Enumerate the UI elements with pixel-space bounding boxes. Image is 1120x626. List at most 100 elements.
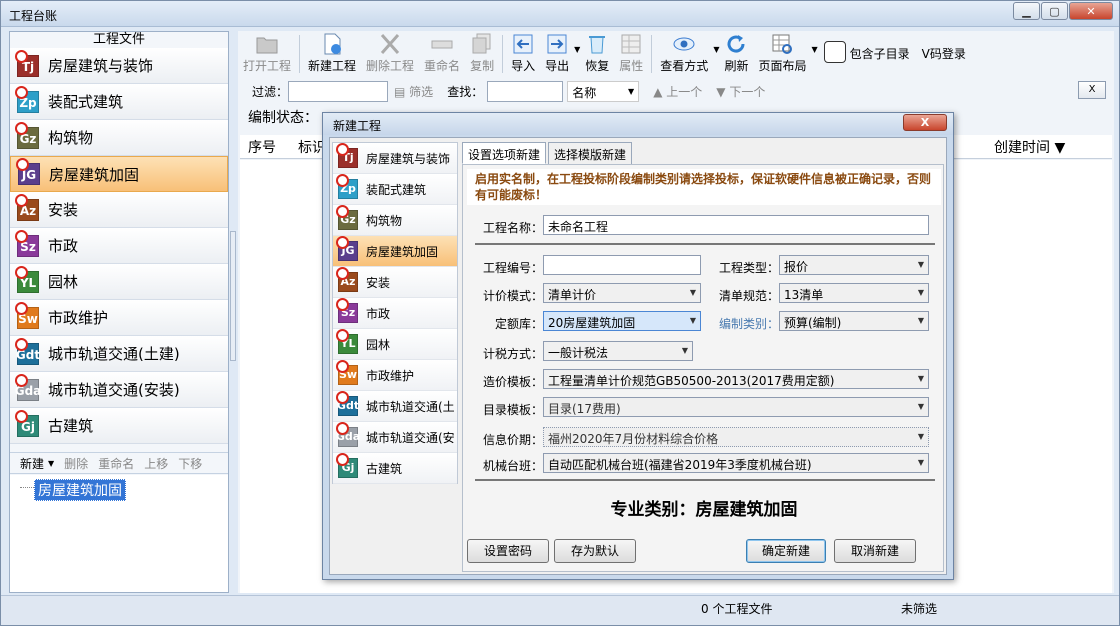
category-label: 城市轨道交通(安装): [48, 381, 180, 399]
move-down-button[interactable]: 下移: [178, 455, 202, 472]
category-item-sz[interactable]: Sz 市政: [10, 228, 228, 264]
save-default-button[interactable]: 存为默认: [554, 539, 636, 563]
category-item-gz[interactable]: Gz 构筑物: [10, 120, 228, 156]
bill-spec-select[interactable]: 13清单: [779, 283, 929, 303]
clear-filter-button[interactable]: X: [1078, 81, 1106, 99]
category-item-gda[interactable]: Gda 城市轨道交通(安装): [10, 372, 228, 408]
project-code-input[interactable]: [543, 255, 701, 275]
category-label: 市政: [48, 237, 79, 255]
category-item-gdt[interactable]: Gdt 城市轨道交通(土: [333, 391, 457, 422]
code-label: 工程编号：: [482, 261, 543, 275]
page-layout-button[interactable]: 页面布局: [753, 31, 811, 74]
minimize-button[interactable]: ▁: [1013, 2, 1040, 20]
category-item-yl[interactable]: YL 园林: [333, 329, 457, 360]
layout-dropdown-icon[interactable]: ▼: [812, 45, 818, 54]
close-button[interactable]: ✕: [1069, 2, 1113, 20]
dialog-close-button[interactable]: X: [903, 114, 947, 131]
machine-select[interactable]: 自动匹配机械台班(福建省2019年3季度机械台班): [543, 453, 929, 473]
category-item-jg[interactable]: JG 房屋建筑加固: [333, 236, 457, 267]
refresh-button[interactable]: 刷新: [719, 31, 753, 74]
category-sw-icon: Sw: [15, 301, 39, 329]
price-period-label: 信息价期：: [482, 433, 543, 447]
include-subdir-checkbox[interactable]: [823, 41, 846, 63]
category-gj-icon: Gj: [15, 409, 39, 437]
export-button[interactable]: 导出: [540, 31, 574, 74]
restore-button[interactable]: 恢复: [580, 31, 614, 74]
category-item-yl[interactable]: YL 园林: [10, 264, 228, 300]
category-item-zp[interactable]: Zp 装配式建筑: [10, 84, 228, 120]
category-sz-icon: Sz: [15, 229, 39, 257]
open-project-button[interactable]: 打开工程: [238, 31, 296, 74]
category-item-gda[interactable]: Gda 城市轨道交通(安: [333, 422, 457, 453]
category-label: 房屋建筑加固: [366, 244, 439, 259]
filter-label: 过滤：: [252, 84, 289, 99]
panel-splitter[interactable]: [230, 231, 236, 361]
cost-template-select[interactable]: 工程量清单计价规范GB50500-2013(2017费用定额): [543, 369, 929, 389]
tab-template-new[interactable]: 选择模版新建: [548, 142, 633, 164]
category-az-icon: Az: [15, 193, 39, 221]
category-item-jg[interactable]: JG 房屋建筑加固: [10, 156, 228, 192]
vcode-login-link[interactable]: V码登录: [922, 45, 966, 62]
price-period-select[interactable]: 福州2020年7月份材料综合价格: [543, 427, 929, 447]
category-label: 装配式建筑: [366, 182, 427, 197]
find-label: 查找：: [447, 84, 484, 99]
category-label: 安装: [366, 275, 391, 290]
rename-folder-button[interactable]: 重命名: [98, 455, 134, 472]
delete-folder-button[interactable]: 删除: [64, 455, 88, 472]
maximize-button[interactable]: ▢: [1041, 2, 1068, 20]
machine-label: 机械台班：: [482, 459, 543, 473]
find-prev-button[interactable]: ▲ 上一个: [653, 83, 702, 100]
category-item-gj[interactable]: Gj 古建筑: [333, 453, 457, 484]
confirm-new-button[interactable]: 确定新建: [746, 539, 826, 563]
copy-button[interactable]: 复制: [465, 31, 499, 74]
tax-method-select[interactable]: 一般计税法: [543, 341, 693, 361]
project-type-select[interactable]: 报价: [779, 255, 929, 275]
properties-button[interactable]: 属性: [614, 31, 648, 74]
category-item-tj[interactable]: Tj 房屋建筑与装饰: [10, 48, 228, 84]
category-item-sw[interactable]: Sw 市政维护: [10, 300, 228, 336]
find-next-button[interactable]: ▼ 下一个: [716, 83, 765, 100]
category-gda-icon: Gda: [15, 373, 41, 401]
category-gj-icon: Gj: [336, 453, 358, 478]
tab-settings-new[interactable]: 设置选项新建: [462, 142, 547, 164]
new-folder-button[interactable]: 新建: [20, 455, 44, 472]
category-item-tj[interactable]: Tj 房屋建筑与装饰: [333, 143, 457, 174]
tree-item-selected[interactable]: 房屋建筑加固: [34, 479, 126, 501]
move-up-button[interactable]: 上移: [144, 455, 168, 472]
category-item-sw[interactable]: Sw 市政维护: [333, 360, 457, 391]
compile-category-select[interactable]: 预算(编制): [779, 311, 929, 331]
new-project-button[interactable]: 新建工程: [303, 31, 361, 74]
dir-template-select[interactable]: 目录(17费用): [543, 397, 929, 417]
filter-button[interactable]: ▤ 筛选: [394, 83, 433, 100]
category-item-zp[interactable]: Zp 装配式建筑: [333, 174, 457, 205]
set-password-button[interactable]: 设置密码: [467, 539, 549, 563]
find-field-select[interactable]: 名称 ▼: [567, 80, 640, 102]
view-mode-button[interactable]: 查看方式: [655, 31, 713, 74]
col-index[interactable]: 序号: [248, 137, 276, 157]
category-item-sz[interactable]: Sz 市政: [333, 298, 457, 329]
pricing-label: 计价模式：: [482, 289, 543, 303]
cancel-new-button[interactable]: 取消新建: [834, 539, 916, 563]
category-label: 古建筑: [366, 461, 403, 476]
category-item-gdt[interactable]: Gdt 城市轨道交通(土建): [10, 336, 228, 372]
pricing-mode-select[interactable]: 清单计价: [543, 283, 701, 303]
refresh-icon: [727, 35, 745, 53]
spec-label: 清单规范：: [718, 289, 779, 303]
project-file-panel: 工程文件 Tj 房屋建筑与装饰 Zp 装配式建筑 Gz 构筑物 JG 房屋建筑加固 Az 安装 Sz…: [9, 31, 229, 593]
category-item-az[interactable]: Az 安装: [333, 267, 457, 298]
delete-project-button[interactable]: 删除工程: [361, 31, 419, 74]
project-name-input[interactable]: 未命名工程: [543, 215, 929, 235]
category-yl-icon: YL: [336, 329, 358, 354]
category-zp-icon: Zp: [15, 85, 39, 113]
import-button[interactable]: 导入: [506, 31, 540, 74]
category-jg-icon: JG: [336, 236, 358, 261]
name-label: 工程名称：: [482, 221, 543, 235]
quota-library-select[interactable]: 20房屋建筑加固: [543, 311, 701, 331]
category-item-az[interactable]: Az 安装: [10, 192, 228, 228]
find-input[interactable]: [487, 80, 564, 102]
category-item-gj[interactable]: Gj 古建筑: [10, 408, 228, 444]
category-item-gz[interactable]: Gz 构筑物: [333, 205, 457, 236]
rename-button[interactable]: 重命名: [419, 31, 465, 74]
col-created[interactable]: 创建时间 ▼: [994, 137, 1065, 157]
filter-input[interactable]: [288, 80, 389, 102]
